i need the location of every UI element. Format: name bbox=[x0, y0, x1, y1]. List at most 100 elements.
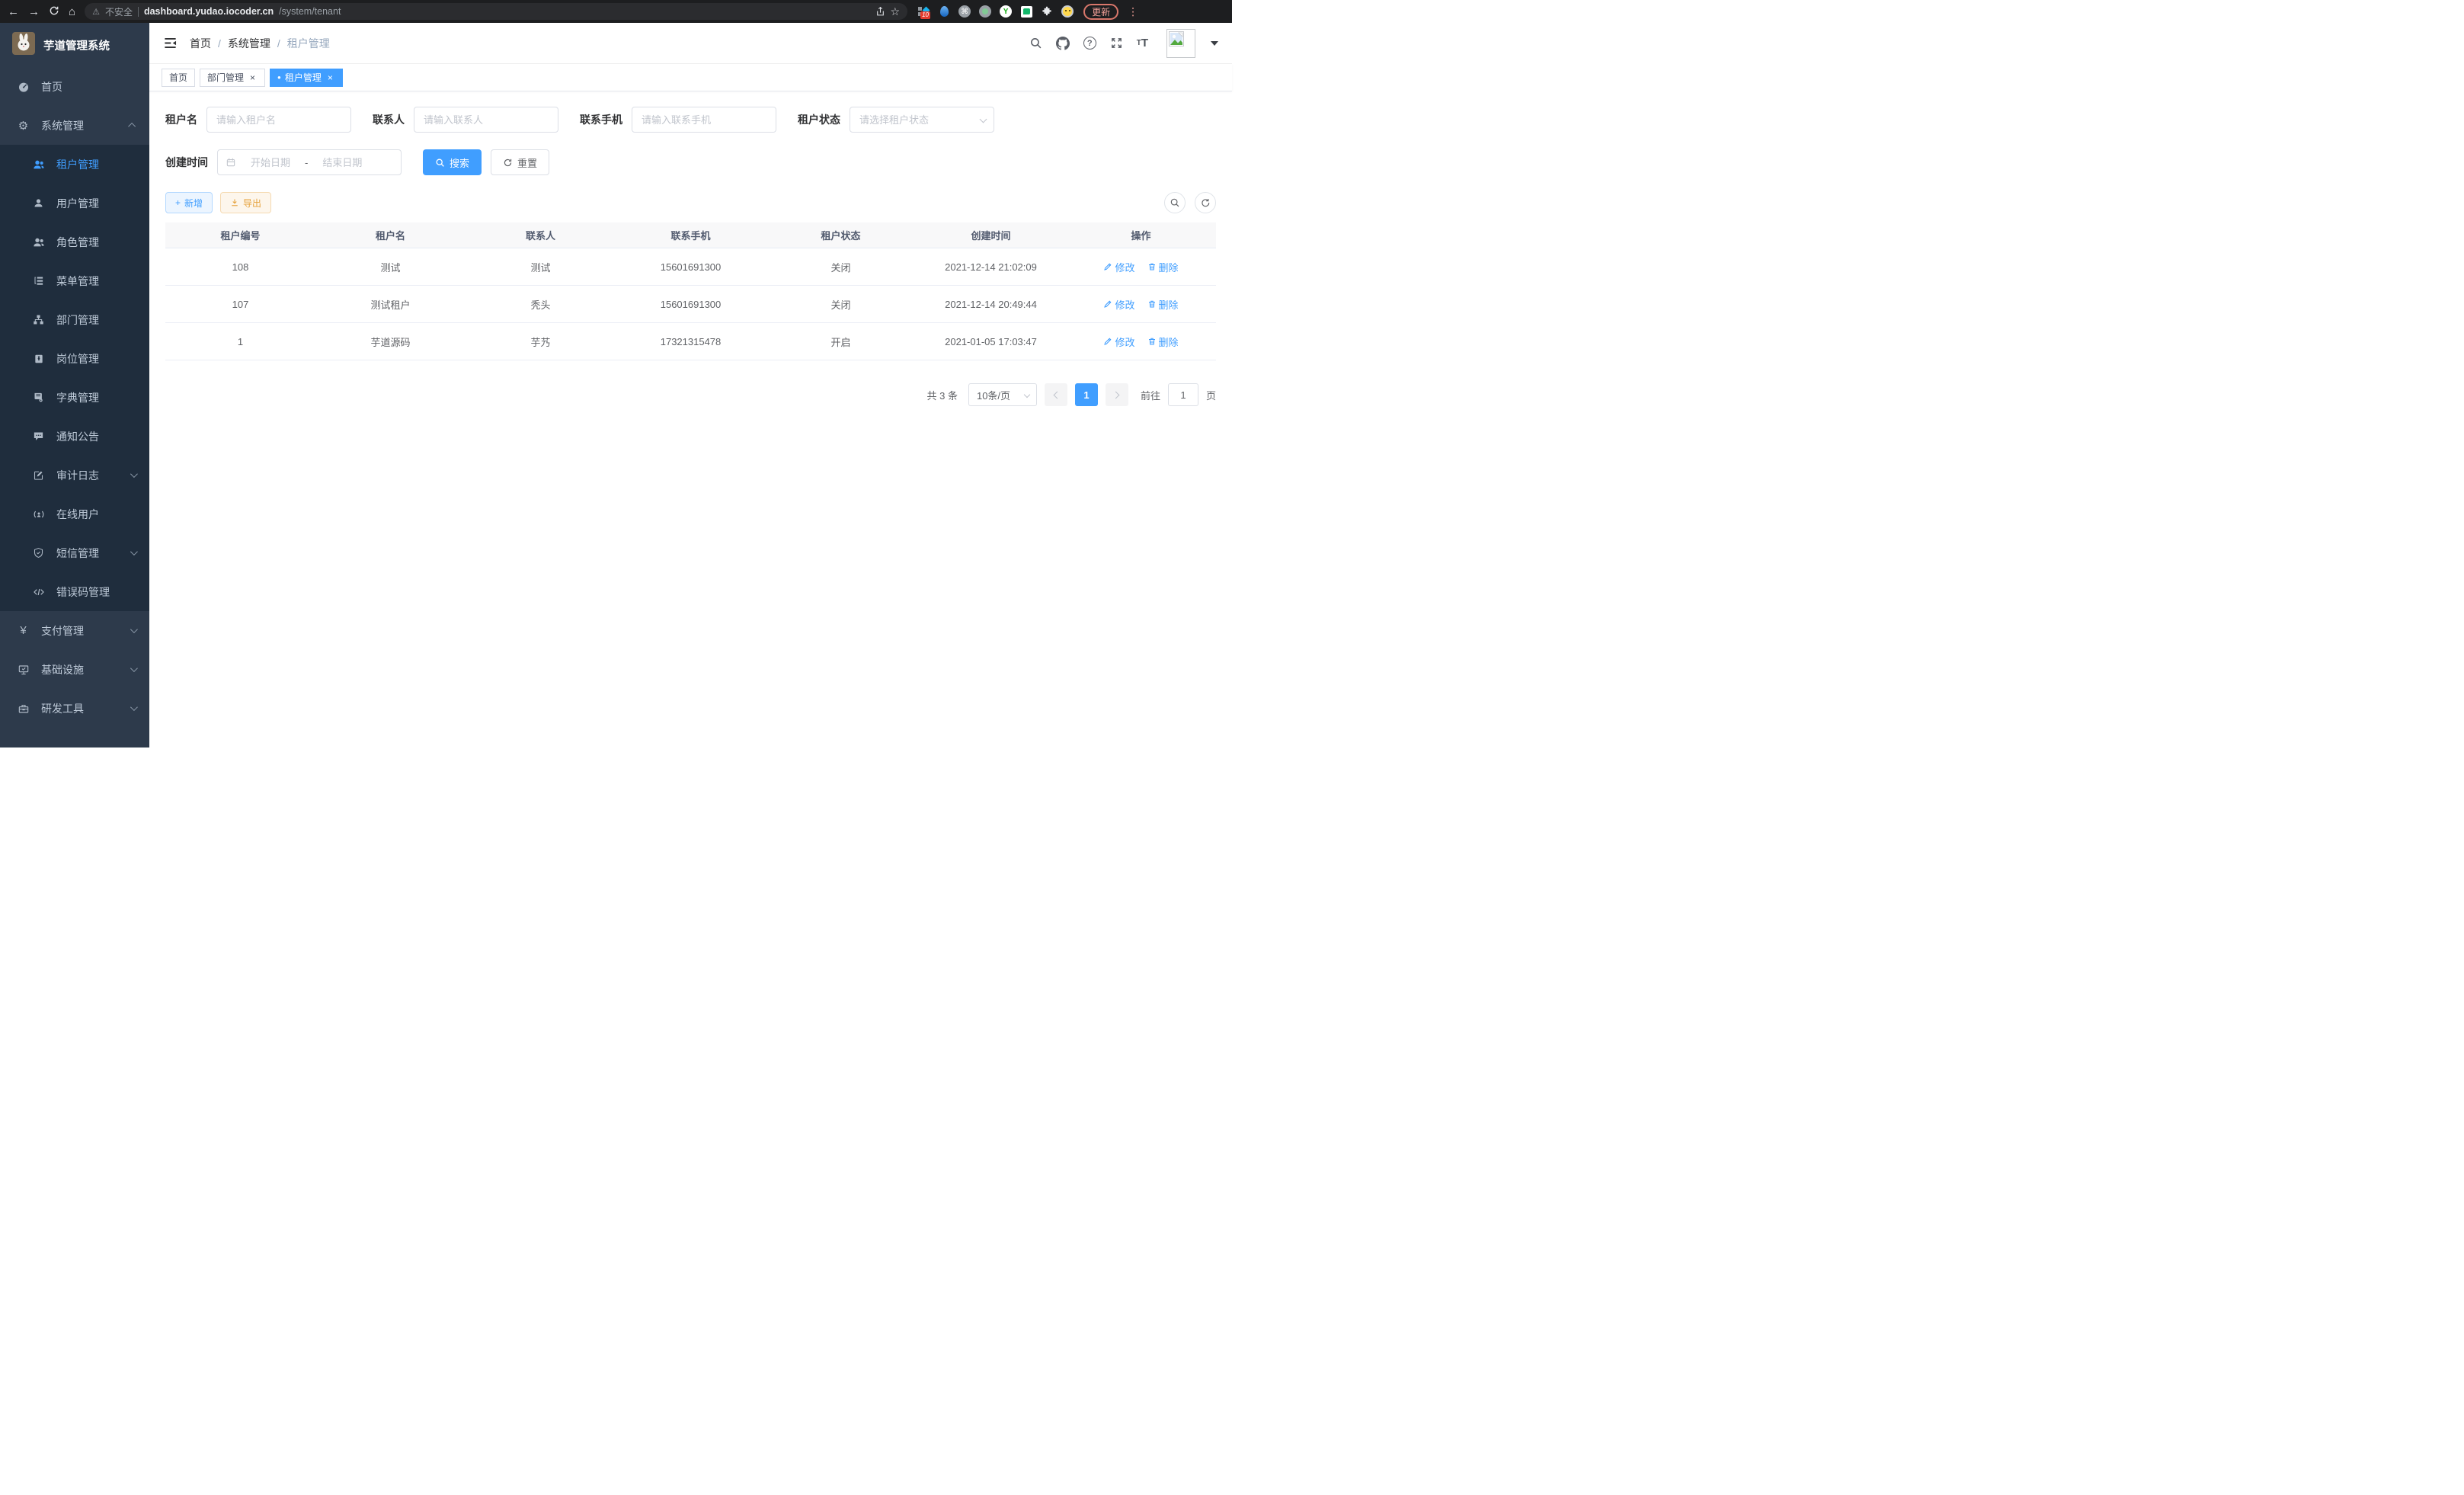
sidebar-item-online-users[interactable]: 在线用户 bbox=[0, 495, 149, 533]
contact-input[interactable] bbox=[414, 107, 558, 133]
browser-forward-icon[interactable]: → bbox=[28, 6, 40, 18]
search-button[interactable]: 搜索 bbox=[423, 149, 482, 175]
sidebar-item-menu[interactable]: 菜单管理 bbox=[0, 261, 149, 300]
tag-dept[interactable]: 部门管理 × bbox=[200, 69, 265, 87]
sidebar-item-errcode[interactable]: 错误码管理 bbox=[0, 572, 149, 611]
profile-avatar-icon[interactable] bbox=[1061, 5, 1074, 18]
breadcrumb-home[interactable]: 首页 bbox=[190, 36, 211, 51]
sidebar-item-home[interactable]: 首页 bbox=[0, 67, 149, 106]
chrome-update-button[interactable]: 更新 bbox=[1083, 4, 1118, 20]
url-path[interactable]: /system/tenant bbox=[279, 6, 341, 17]
reset-button-label: 重置 bbox=[517, 155, 537, 170]
close-icon[interactable]: × bbox=[325, 72, 335, 82]
sidebar-collapse-icon[interactable] bbox=[163, 36, 178, 50]
toggle-search-icon[interactable] bbox=[1164, 192, 1186, 213]
goto-label: 前往 bbox=[1141, 388, 1160, 402]
next-page-button[interactable] bbox=[1106, 383, 1128, 406]
sidebar-logo-row[interactable]: 芋道管理系统 bbox=[0, 23, 149, 67]
export-button[interactable]: 导出 bbox=[220, 192, 271, 213]
breadcrumb: 首页 / 系统管理 / 租户管理 bbox=[190, 36, 330, 51]
refresh-table-icon[interactable] bbox=[1195, 192, 1216, 213]
sidebar-item-tenant[interactable]: 租户管理 bbox=[0, 145, 149, 184]
delete-link[interactable]: 删除 bbox=[1147, 335, 1179, 349]
extension-record-icon[interactable] bbox=[978, 5, 992, 18]
edit-link[interactable]: 修改 bbox=[1103, 260, 1134, 274]
address-bar[interactable]: ⚠ 不安全 dashboard.yudao.iocoder.cn/system/… bbox=[85, 3, 907, 20]
sidebar-item-infra[interactable]: 基础设施 bbox=[0, 650, 149, 689]
browser-back-icon[interactable]: ← bbox=[8, 6, 19, 18]
filter-row-2: 创建时间 - 搜 bbox=[165, 149, 1216, 175]
chevron-down-icon bbox=[130, 703, 138, 711]
extensions-puzzle-icon[interactable] bbox=[1040, 5, 1054, 18]
extension-grid-icon[interactable]: 10 bbox=[917, 5, 930, 18]
table-toolbar: + 新增 导出 bbox=[165, 192, 1216, 213]
sidebar-item-devtools[interactable]: 研发工具 bbox=[0, 689, 149, 728]
share-icon[interactable] bbox=[875, 6, 885, 17]
cell-status: 关闭 bbox=[766, 260, 916, 274]
sidebar-item-sms[interactable]: 短信管理 bbox=[0, 533, 149, 572]
sidebar: 芋道管理系统 首页 ⚙ 系统管理 bbox=[0, 23, 149, 748]
delete-link[interactable]: 删除 bbox=[1147, 260, 1179, 274]
sidebar-item-label: 字典管理 bbox=[56, 390, 136, 405]
date-end-input[interactable] bbox=[311, 157, 373, 168]
system-submenu: 租户管理 用户管理 bbox=[0, 145, 149, 611]
url-host[interactable]: dashboard.yudao.iocoder.cn bbox=[144, 6, 274, 17]
user-avatar[interactable] bbox=[1166, 29, 1195, 58]
edit-link[interactable]: 修改 bbox=[1103, 335, 1134, 349]
edit-link[interactable]: 修改 bbox=[1103, 297, 1134, 312]
goto-page-input[interactable] bbox=[1168, 383, 1198, 406]
id-badge-icon bbox=[32, 354, 45, 364]
extension-y-icon[interactable]: Y bbox=[999, 5, 1013, 18]
chevron-down-icon bbox=[1024, 392, 1030, 398]
extension-balloon-icon[interactable] bbox=[937, 5, 951, 18]
github-icon[interactable] bbox=[1056, 37, 1070, 50]
tag-home[interactable]: 首页 bbox=[162, 69, 195, 87]
reset-button[interactable]: 重置 bbox=[491, 149, 549, 175]
close-icon[interactable]: × bbox=[248, 72, 258, 82]
tag-tenant[interactable]: ● 租户管理 × bbox=[270, 69, 343, 87]
shield-check-icon bbox=[32, 547, 45, 559]
sidebar-item-role[interactable]: 角色管理 bbox=[0, 222, 149, 261]
status-select[interactable] bbox=[850, 107, 994, 133]
avatar-caret-icon[interactable] bbox=[1211, 41, 1218, 46]
current-page-button[interactable]: 1 bbox=[1075, 383, 1098, 406]
sidebar-item-label: 基础设施 bbox=[41, 662, 130, 677]
breadcrumb-system[interactable]: 系统管理 bbox=[228, 36, 270, 51]
sidebar-item-notice[interactable]: 通知公告 bbox=[0, 417, 149, 456]
chrome-menu-icon[interactable]: ⋮ bbox=[1128, 5, 1138, 18]
delete-link[interactable]: 删除 bbox=[1147, 297, 1179, 312]
table-row: 107 测试租户 秃头 15601691300 关闭 2021-12-14 20… bbox=[165, 286, 1216, 323]
page-size-select[interactable]: 10条/页 bbox=[968, 383, 1037, 406]
sidebar-item-user[interactable]: 用户管理 bbox=[0, 184, 149, 222]
sidebar-item-post[interactable]: 岗位管理 bbox=[0, 339, 149, 378]
col-header-contact: 联系人 bbox=[466, 228, 616, 242]
tenant-name-input[interactable] bbox=[206, 107, 351, 133]
col-header-status: 租户状态 bbox=[766, 228, 916, 242]
prev-page-button[interactable] bbox=[1045, 383, 1067, 406]
sidebar-item-dict[interactable]: 字典管理 bbox=[0, 378, 149, 417]
user-icon bbox=[32, 197, 45, 209]
sidebar-item-audit-log[interactable]: 审计日志 bbox=[0, 456, 149, 495]
date-separator: - bbox=[305, 157, 308, 168]
fullscreen-icon[interactable] bbox=[1110, 37, 1123, 50]
trash-icon bbox=[1147, 299, 1157, 309]
help-icon[interactable]: ? bbox=[1083, 37, 1096, 50]
add-button[interactable]: + 新增 bbox=[165, 192, 213, 213]
search-icon[interactable] bbox=[1029, 37, 1042, 50]
browser-reload-icon[interactable] bbox=[49, 5, 59, 18]
browser-home-icon[interactable]: ⌂ bbox=[69, 6, 75, 18]
download-icon bbox=[230, 198, 239, 207]
mobile-input[interactable] bbox=[632, 107, 776, 133]
sidebar-item-system[interactable]: ⚙ 系统管理 bbox=[0, 106, 149, 145]
bookmark-star-icon[interactable]: ☆ bbox=[891, 5, 901, 18]
extension-chat-icon[interactable] bbox=[1019, 5, 1033, 18]
sidebar-item-dept[interactable]: 部门管理 bbox=[0, 300, 149, 339]
date-start-input[interactable] bbox=[239, 157, 302, 168]
security-label[interactable]: 不安全 bbox=[105, 5, 133, 18]
font-size-icon[interactable]: TT bbox=[1137, 37, 1148, 50]
tree-list-icon bbox=[32, 275, 45, 287]
sidebar-item-pay[interactable]: ¥ 支付管理 bbox=[0, 611, 149, 650]
cell-actions: 修改 删除 bbox=[1066, 297, 1216, 312]
date-range-picker[interactable]: - bbox=[217, 149, 402, 175]
extension-command-icon[interactable]: ⌘ bbox=[958, 5, 971, 18]
